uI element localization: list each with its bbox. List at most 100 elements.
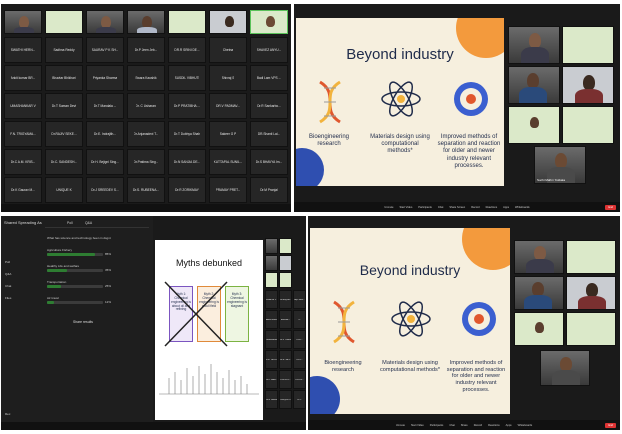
participant-video-tile[interactable] [508,66,560,104]
participant-video-tile[interactable] [279,238,292,254]
participant-name-tile[interactable]: Biju Sam... [293,290,306,309]
participant-video-tile[interactable] [562,66,614,104]
participant-name-tile[interactable]: Dr.C. SANDESH... [45,149,83,175]
participant-video-tile-active[interactable] [250,10,288,34]
participant-video-tile[interactable] [514,312,564,346]
participant-name-tile[interactable]: SUSDIL VIBHUTI [168,65,206,91]
participant-name-tile[interactable]: Priyanka Sharma [86,65,124,91]
tab-qa[interactable]: Q&A [85,221,92,225]
participant-name-tile[interactable]: DR.V PADMAV... [209,93,247,119]
participant-name-tile[interactable]: Dr.C SAN... [265,370,278,389]
participant-video-tile[interactable] [279,272,292,288]
participant-video-tile[interactable] [508,106,560,144]
toolbar-button[interactable]: Whiteboards [518,424,533,427]
sidebar-menu-item[interactable]: Poll [5,260,10,264]
participant-name-tile[interactable]: Ankit kumar BR... [4,65,42,91]
participant-name-tile[interactable]: Dr.Roy da... [279,290,292,309]
end-meeting-button[interactable]: End [605,422,616,428]
participant-name-tile[interactable]: Dr.K Gaurav M... [4,177,42,203]
participant-name-tile[interactable]: Chetna [209,37,247,63]
end-meeting-button[interactable]: End [605,204,616,210]
participant-video-tile[interactable] [514,240,564,274]
toolbar-button[interactable]: Start Video [399,206,412,209]
participant-video-tile[interactable] [514,276,564,310]
participant-video-tile[interactable] [562,106,614,144]
participant-name-tile[interactable]: UNIQUE K [45,177,83,203]
participant-name-tile[interactable]: Dr.PIN... [293,370,306,389]
toolbar-button[interactable]: Record [471,206,479,209]
presenter-video-tile[interactable] [540,350,590,386]
participant-name-tile[interactable]: Dr.R Sankarbo... [250,93,288,119]
toolbar-button[interactable]: Reactions [488,424,500,427]
toolbar-button[interactable]: Participants [430,424,444,427]
participant-video-tile[interactable] [566,240,616,274]
participant-name-tile[interactable]: Dr.R ELY... [279,370,292,389]
participant-video-tile[interactable] [279,255,292,271]
tab-poll[interactable]: Poll [67,221,73,225]
participant-name-tile[interactable]: Dr.T Dubhya Shah [168,121,206,147]
toolbar-button[interactable]: Whiteboards [515,206,530,209]
participant-name-tile[interactable]: SWATHI HERN... [4,37,42,63]
toolbar-button[interactable]: Apps [506,424,512,427]
participant-name-tile[interactable]: UNIQUE K [279,390,292,409]
toolbar-button[interactable]: Unmute [384,206,393,209]
participant-name-tile[interactable]: DR.R SRINI DE... [168,37,206,63]
participant-video-tile[interactable] [265,238,278,254]
participant-name-tile[interactable]: Swara Kaushik [127,65,165,91]
participant-name-tile[interactable]: Dr.Pratima Sing... [127,149,165,175]
toolbar-button[interactable]: Start Video [411,424,424,427]
participant-video-tile[interactable] [45,10,83,34]
participant-name-tile[interactable]: SWATHI P S... [265,290,278,309]
sidebar-menu-item[interactable]: Files [5,296,11,300]
toolbar-button[interactable]: Reactions [486,206,498,209]
participant-name-tile[interactable]: F.N. TRIGYAMA... [4,121,42,147]
participant-name-tile[interactable]: SHAVEZ ANYU... [250,37,288,63]
participant-name-tile[interactable]: UMASHANKAR V [4,93,42,119]
participant-video-tile[interactable] [265,272,278,288]
participant-video-tile[interactable] [508,26,560,64]
participant-name-tile[interactable]: PRAMAY PRET... [209,177,247,203]
participant-name-tile[interactable]: Dr.RAJIV SEKE... [45,121,83,147]
participant-name-tile[interactable]: Dr.V Thana... [279,330,292,349]
participant-name-tile[interactable]: Umashankar... [265,330,278,349]
participant-name-tile[interactable]: Bhavtar... [279,310,292,329]
participant-name-tile[interactable]: Dr.S. SBY... [279,350,292,369]
presenter-video-tile[interactable]: Suchi Malhi / Kolkata [534,146,586,184]
participant-name-tile[interactable]: F.N. TRIGY... [265,350,278,369]
participant-name-tile[interactable]: Dr.E. Indrajith... [86,121,124,147]
toolbar-button[interactable]: Share Screen [449,206,465,209]
participant-name-tile[interactable]: KUTTAPAL SUNIL... [209,149,247,175]
participant-video-tile[interactable] [127,10,165,34]
toolbar-button[interactable]: Record [474,424,482,427]
participant-video-tile[interactable] [4,10,42,34]
toolbar-button[interactable]: Participants [418,206,432,209]
participant-name-tile[interactable]: Dr.Anjanadevi T... [127,121,165,147]
share-results-button[interactable]: Share results [73,320,93,324]
sidebar-menu-item[interactable]: Q&A [5,272,11,276]
participant-name-tile[interactable]: Sakeer G P [209,121,247,147]
participant-name-tile[interactable]: Dr.R... [293,330,306,349]
participant-name-tile[interactable]: Dr. C Usharani [127,93,165,119]
participant-name-tile[interactable]: Dr.P Jeen Jeb... [127,37,165,63]
participant-name-tile[interactable]: DR.Shanti Lal... [250,121,288,147]
participant-name-tile[interactable]: Dr.J SREEDEV S... [86,177,124,203]
participant-name-tile[interactable]: Dr.H. Bejigni Sing... [86,149,124,175]
participant-video-tile[interactable] [566,312,616,346]
participant-name-tile[interactable]: Dr.S... [293,350,306,369]
participant-name-tile[interactable]: SAURAV P K SH... [86,37,124,63]
participant-name-tile[interactable]: Ankit kumar... [265,310,278,329]
participant-video-tile[interactable] [86,10,124,34]
participant-video-tile[interactable] [168,10,206,34]
participant-video-tile[interactable] [209,10,247,34]
toolbar-button[interactable]: Chat [438,206,443,209]
participant-name-tile[interactable]: Dr.R ZORIKMAY [168,177,206,203]
toolbar-button[interactable]: Apps [503,206,509,209]
participant-name-tile[interactable]: Dr.T Suman Devi [45,93,83,119]
participant-name-tile[interactable]: Dr.K Gaura... [265,390,278,409]
participant-video-tile[interactable] [265,255,278,271]
participant-name-tile[interactable]: Sadhna Reddy [45,37,83,63]
toolbar-button[interactable]: Share [461,424,468,427]
participant-name-tile[interactable]: Pl... [293,310,306,329]
participant-name-tile[interactable]: Badi Lam VPS ... [250,65,288,91]
participant-name-tile[interactable]: Dr.J... [293,390,306,409]
